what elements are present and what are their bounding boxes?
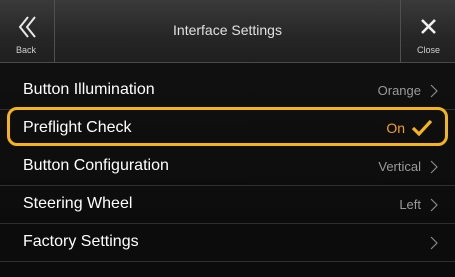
row-value: Vertical — [378, 159, 421, 174]
back-label: Back — [16, 45, 37, 55]
chevron-right-icon — [430, 84, 438, 98]
back-button[interactable]: Back — [0, 0, 55, 62]
chevron-right-icon — [430, 198, 438, 212]
row-preflight-check[interactable]: Preflight Check On — [0, 110, 455, 148]
row-button-configuration[interactable]: Button Configuration Vertical — [0, 148, 455, 186]
close-icon — [421, 19, 436, 34]
page-title: Interface Settings — [173, 22, 282, 38]
close-button[interactable]: Close — [400, 0, 455, 62]
row-label: Button Configuration — [23, 157, 169, 174]
row-label: Factory Settings — [23, 233, 139, 250]
row-value: On — [386, 120, 405, 136]
chevron-right-icon — [430, 160, 438, 174]
row-value: Orange — [377, 83, 421, 98]
close-label: Close — [416, 45, 440, 55]
row-label: Steering Wheel — [23, 195, 133, 212]
row-steering-wheel[interactable]: Steering Wheel Left — [0, 186, 455, 224]
row-value: Left — [399, 197, 421, 212]
double-chevron-left-icon — [18, 16, 36, 38]
row-label: Button Illumination — [23, 81, 155, 98]
row-factory-settings[interactable]: Factory Settings — [0, 224, 455, 262]
settings-list: Button Illumination Orange Preflight Che… — [0, 72, 455, 262]
checkmark-icon — [411, 119, 433, 137]
header-bar: Back Interface Settings Close — [0, 0, 455, 63]
interface-settings-screen: Back Interface Settings Close Button Ill… — [0, 0, 455, 277]
chevron-right-icon — [430, 236, 438, 250]
row-label: Preflight Check — [23, 119, 132, 136]
row-button-illumination[interactable]: Button Illumination Orange — [0, 72, 455, 110]
